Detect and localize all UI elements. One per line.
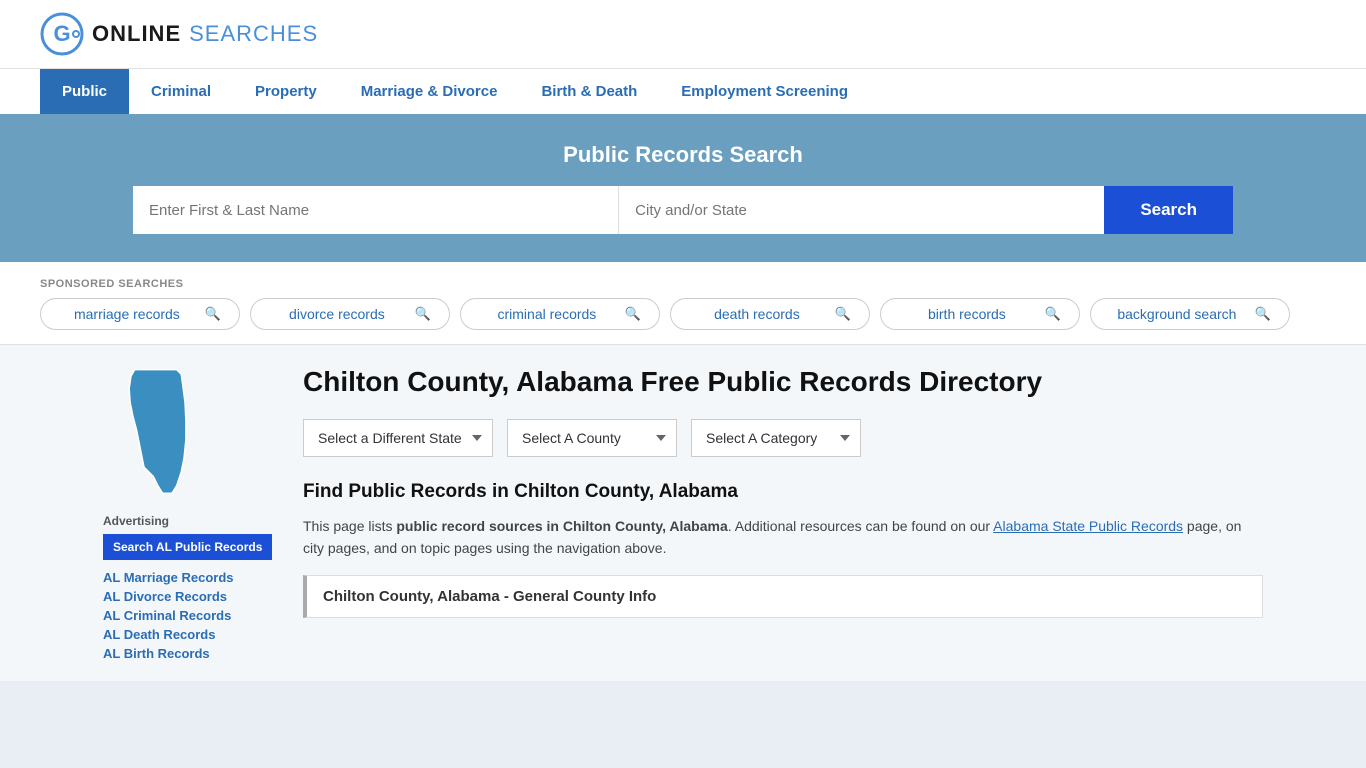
search-icon-divorce: 🔍 <box>415 306 431 322</box>
pill-text-birth: birth records <box>899 306 1035 322</box>
search-icon-criminal: 🔍 <box>625 306 641 322</box>
find-records-text: This page lists public record sources in… <box>303 515 1263 560</box>
search-icon-death: 🔍 <box>835 306 851 322</box>
search-banner: Public Records Search Search <box>0 114 1366 262</box>
state-dropdown[interactable]: Select a Different State <box>303 419 493 457</box>
search-form: Search <box>133 186 1233 234</box>
pill-text-criminal: criminal records <box>479 306 615 322</box>
sponsored-pill-marriage[interactable]: marriage records 🔍 <box>40 298 240 330</box>
nav-item-public[interactable]: Public <box>40 69 129 114</box>
sponsored-pill-background[interactable]: background search 🔍 <box>1090 298 1290 330</box>
pill-text-background: background search <box>1109 306 1245 322</box>
sponsored-pill-divorce[interactable]: divorce records 🔍 <box>250 298 450 330</box>
sidebar-ad-button[interactable]: Search AL Public Records <box>103 534 272 560</box>
nav-item-employment[interactable]: Employment Screening <box>659 69 870 114</box>
sponsored-pills: marriage records 🔍 divorce records 🔍 cri… <box>40 298 1326 344</box>
pill-text-death: death records <box>689 306 825 322</box>
find-text-bold: public record sources in Chilton County,… <box>396 518 727 534</box>
county-dropdown[interactable]: Select A County <box>507 419 677 457</box>
nav-item-birth-death[interactable]: Birth & Death <box>519 69 659 114</box>
search-button[interactable]: Search <box>1104 186 1233 234</box>
search-banner-title: Public Records Search <box>40 142 1326 168</box>
dropdown-row: Select a Different State Select A County… <box>303 419 1263 457</box>
category-dropdown[interactable]: Select A Category <box>691 419 861 457</box>
sponsored-section: SPONSORED SEARCHES marriage records 🔍 di… <box>0 262 1366 345</box>
name-input[interactable] <box>133 186 619 234</box>
search-icon-background: 🔍 <box>1255 306 1271 322</box>
sidebar-ad-label: Advertising <box>103 514 283 528</box>
sponsored-pill-criminal[interactable]: criminal records 🔍 <box>460 298 660 330</box>
sidebar-link-criminal[interactable]: AL Criminal Records <box>103 608 283 623</box>
sponsored-pill-birth[interactable]: birth records 🔍 <box>880 298 1080 330</box>
logo[interactable]: G ONLINE SEARCHES <box>40 12 318 56</box>
nav-item-criminal[interactable]: Criminal <box>129 69 233 114</box>
find-text-mid: . Additional resources can be found on o… <box>728 518 993 534</box>
sidebar: Advertising Search AL Public Records AL … <box>103 365 303 661</box>
svg-text:G: G <box>53 21 70 46</box>
alabama-map-svg <box>103 365 213 495</box>
sidebar-link-birth[interactable]: AL Birth Records <box>103 646 283 661</box>
county-info-bar: Chilton County, Alabama - General County… <box>303 575 1263 618</box>
sponsored-pill-death[interactable]: death records 🔍 <box>670 298 870 330</box>
main-nav: Public Criminal Property Marriage & Divo… <box>0 68 1366 114</box>
sidebar-link-death[interactable]: AL Death Records <box>103 627 283 642</box>
logo-text-online: ONLINE <box>92 21 181 47</box>
main-area: Advertising Search AL Public Records AL … <box>63 345 1303 681</box>
page-body: Advertising Search AL Public Records AL … <box>0 345 1366 681</box>
page-title: Chilton County, Alabama Free Public Reco… <box>303 365 1263 399</box>
pill-text-marriage: marriage records <box>59 306 195 322</box>
content-area: Chilton County, Alabama Free Public Reco… <box>303 365 1263 661</box>
search-icon-birth: 🔍 <box>1045 306 1061 322</box>
alabama-state-link[interactable]: Alabama State Public Records <box>993 518 1183 534</box>
search-icon-marriage: 🔍 <box>205 306 221 322</box>
nav-item-property[interactable]: Property <box>233 69 339 114</box>
state-map <box>103 365 283 498</box>
sidebar-link-marriage[interactable]: AL Marriage Records <box>103 570 283 585</box>
nav-item-marriage-divorce[interactable]: Marriage & Divorce <box>339 69 520 114</box>
city-state-input[interactable] <box>619 186 1104 234</box>
sidebar-link-divorce[interactable]: AL Divorce Records <box>103 589 283 604</box>
find-records-title: Find Public Records in Chilton County, A… <box>303 481 1263 503</box>
logo-icon: G <box>40 12 84 56</box>
header: G ONLINE SEARCHES <box>0 0 1366 68</box>
sponsored-label: SPONSORED SEARCHES <box>40 278 1326 290</box>
logo-text-searches: SEARCHES <box>189 21 318 47</box>
pill-text-divorce: divorce records <box>269 306 405 322</box>
find-text-intro: This page lists <box>303 518 396 534</box>
sidebar-links: AL Marriage Records AL Divorce Records A… <box>103 570 283 661</box>
